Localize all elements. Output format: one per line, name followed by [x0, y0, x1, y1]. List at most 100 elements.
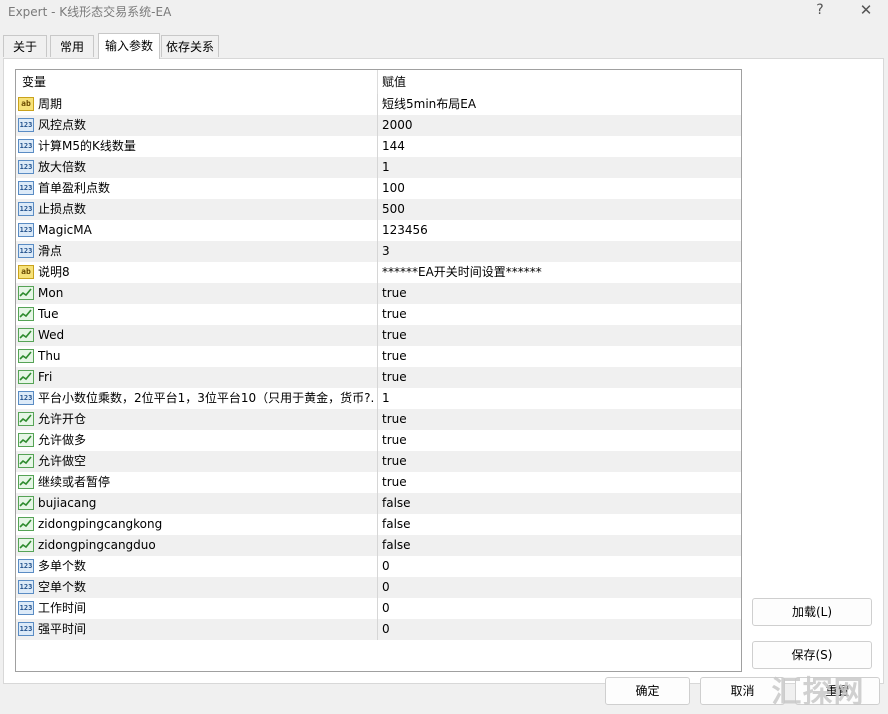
parameter-row[interactable]: Thu true	[16, 346, 741, 367]
tab-about[interactable]: 关于	[3, 35, 47, 57]
parameter-value[interactable]: 0	[382, 598, 737, 619]
parameter-name: 强平时间	[38, 622, 87, 636]
parameter-row[interactable]: 123 止损点数 500	[16, 199, 741, 220]
close-button[interactable]: ✕	[846, 0, 886, 22]
parameter-row[interactable]: ab 说明8 ******EA开关时间设置******	[16, 262, 741, 283]
parameter-value[interactable]: 0	[382, 556, 737, 577]
parameter-row[interactable]: Wed true	[16, 325, 741, 346]
parameter-value[interactable]: true	[382, 325, 737, 346]
parameter-value[interactable]: true	[382, 409, 737, 430]
tab-bar: 关于 常用 输入参数 依存关系	[0, 33, 888, 59]
cell-divider	[377, 535, 378, 556]
parameter-value[interactable]: 1	[382, 157, 737, 178]
parameter-name: Mon	[38, 286, 64, 300]
parameter-row[interactable]: 允许做多 true	[16, 430, 741, 451]
parameter-row[interactable]: 123 平台小数位乘数，2位平台1，3位平台10（只用于黄金，货币?... 1	[16, 388, 741, 409]
parameter-value[interactable]: false	[382, 493, 737, 514]
parameter-row[interactable]: 允许做空 true	[16, 451, 741, 472]
parameter-value[interactable]: false	[382, 514, 737, 535]
parameter-row[interactable]: 允许开仓 true	[16, 409, 741, 430]
number-type-icon: 123	[18, 139, 34, 153]
parameter-row[interactable]: 123 滑点 3	[16, 241, 741, 262]
parameter-name: zidongpingcangkong	[38, 517, 163, 531]
parameter-row[interactable]: 123 放大倍数 1	[16, 157, 741, 178]
parameter-row[interactable]: zidongpingcangkong false	[16, 514, 741, 535]
cell-divider	[377, 619, 378, 640]
parameter-row[interactable]: 继续或者暂停 true	[16, 472, 741, 493]
column-header-variable[interactable]: 变量	[22, 70, 46, 94]
ok-button[interactable]: 确定	[605, 677, 690, 705]
parameter-value[interactable]: 0	[382, 577, 737, 598]
parameter-value[interactable]: 500	[382, 199, 737, 220]
parameter-value[interactable]: 123456	[382, 220, 737, 241]
parameter-value[interactable]: 100	[382, 178, 737, 199]
parameter-value[interactable]: true	[382, 304, 737, 325]
bool-type-icon	[18, 307, 34, 321]
help-button[interactable]: ?	[800, 0, 840, 22]
parameter-value[interactable]: true	[382, 346, 737, 367]
parameter-value[interactable]: 短线5min布局EA	[382, 94, 737, 115]
parameter-value[interactable]: true	[382, 472, 737, 493]
parameter-row[interactable]: Tue true	[16, 304, 741, 325]
parameter-row[interactable]: 123 首单盈利点数 100	[16, 178, 741, 199]
parameter-value[interactable]: false	[382, 535, 737, 556]
column-divider[interactable]	[377, 70, 378, 94]
save-button[interactable]: 保存(S)	[752, 641, 872, 669]
parameter-value[interactable]: true	[382, 451, 737, 472]
parameter-row[interactable]: 123 MagicMA 123456	[16, 220, 741, 241]
parameter-value[interactable]: true	[382, 430, 737, 451]
column-header-value[interactable]: 赋值	[382, 70, 406, 94]
parameter-row[interactable]: 123 强平时间 0	[16, 619, 741, 640]
number-type-icon: 123	[18, 601, 34, 615]
parameter-row[interactable]: 123 风控点数 2000	[16, 115, 741, 136]
cell-divider	[377, 430, 378, 451]
tab-inputs[interactable]: 输入参数	[98, 33, 160, 59]
parameter-name: Wed	[38, 328, 65, 342]
bool-type-icon	[18, 328, 34, 342]
bool-type-icon	[18, 496, 34, 510]
watermark-logo: 汇探网	[771, 675, 865, 710]
bool-type-icon	[18, 475, 34, 489]
bool-type-icon	[18, 517, 34, 531]
parameter-value[interactable]: 3	[382, 241, 737, 262]
tab-common[interactable]: 常用	[50, 35, 94, 57]
string-type-icon: ab	[18, 97, 34, 111]
parameter-row[interactable]: Mon true	[16, 283, 741, 304]
parameter-value[interactable]: 0	[382, 619, 737, 640]
parameter-row[interactable]: 123 多单个数 0	[16, 556, 741, 577]
bool-type-icon	[18, 433, 34, 447]
parameter-name: 多单个数	[38, 559, 87, 573]
parameter-value[interactable]: true	[382, 367, 737, 388]
parameter-name: 放大倍数	[38, 160, 87, 174]
load-button[interactable]: 加载(L)	[752, 598, 872, 626]
parameter-row[interactable]: zidongpingcangduo false	[16, 535, 741, 556]
cell-divider	[377, 220, 378, 241]
parameter-name: 允许做空	[38, 454, 87, 468]
parameter-value[interactable]: 144	[382, 136, 737, 157]
number-type-icon: 123	[18, 202, 34, 216]
cell-divider	[377, 367, 378, 388]
cell-divider	[377, 157, 378, 178]
parameter-name: bujiacang	[38, 496, 97, 510]
parameter-name: 风控点数	[38, 118, 87, 132]
parameter-row[interactable]: ab 周期 短线5min布局EA	[16, 94, 741, 115]
parameter-value[interactable]: 1	[382, 388, 737, 409]
parameter-value[interactable]: ******EA开关时间设置******	[382, 262, 737, 283]
tab-dependencies[interactable]: 依存关系	[161, 35, 219, 57]
parameter-value[interactable]: true	[382, 283, 737, 304]
parameter-row[interactable]: Fri true	[16, 367, 741, 388]
parameter-row[interactable]: 123 空单个数 0	[16, 577, 741, 598]
parameter-row[interactable]: 123 工作时间 0	[16, 598, 741, 619]
parameters-grid: 变量 赋值 ab 周期 短线5min布局EA 123 风控点数 2000 123 计算M5的K…	[15, 69, 742, 672]
bool-type-icon	[18, 286, 34, 300]
cell-divider	[377, 283, 378, 304]
parameter-row[interactable]: 123 计算M5的K线数量 144	[16, 136, 741, 157]
cell-divider	[377, 199, 378, 220]
parameter-name: zidongpingcangduo	[38, 538, 156, 552]
cell-divider	[377, 115, 378, 136]
parameter-value[interactable]: 2000	[382, 115, 737, 136]
parameter-name: 说明8	[38, 265, 70, 279]
parameter-name: 计算M5的K线数量	[38, 139, 136, 153]
number-type-icon: 123	[18, 244, 34, 258]
parameter-row[interactable]: bujiacang false	[16, 493, 741, 514]
